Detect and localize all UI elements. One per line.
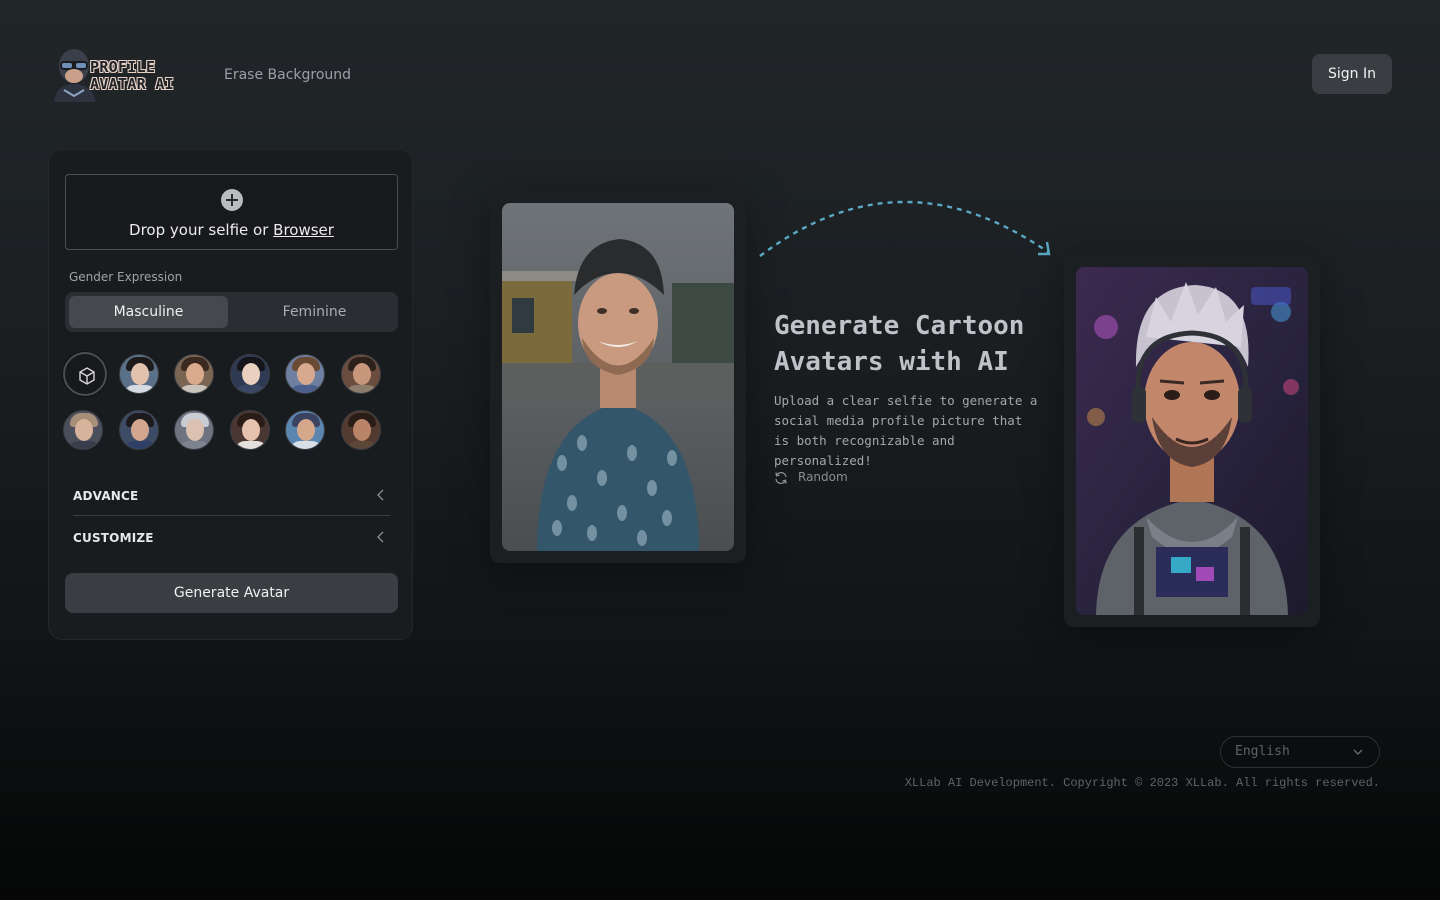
add-circle-icon: [221, 189, 243, 211]
avatar-style-option[interactable]: [285, 410, 325, 450]
avatar-style-custom[interactable]: [63, 352, 107, 396]
avatar-style-option[interactable]: [174, 410, 214, 450]
example-avatar-image: [1076, 267, 1308, 615]
copyright-text: XLLab AI Development. Copyright © 2023 X…: [904, 776, 1380, 790]
gender-feminine-button[interactable]: Feminine: [235, 296, 394, 328]
nav-erase-background[interactable]: Erase Background: [224, 67, 351, 83]
sign-in-button[interactable]: Sign In: [1312, 54, 1392, 94]
hero-headline: Generate Cartoon Avatars with AI: [774, 311, 1025, 377]
avatar-style-option[interactable]: [230, 354, 270, 394]
cube-icon: [79, 367, 95, 385]
chevron-left-icon: [377, 531, 384, 543]
language-select[interactable]: English: [1220, 736, 1380, 768]
logo-text: PROFILE AVATAR AI: [90, 58, 174, 93]
avatar-style-option[interactable]: [230, 410, 270, 450]
advance-section-toggle[interactable]: ADVANCE: [73, 476, 390, 516]
avatar-style-option[interactable]: [119, 354, 159, 394]
chevron-down-icon: [1353, 749, 1363, 755]
hero-subtext: Upload a clear selfie to generate a soci…: [774, 393, 1038, 468]
customize-section-toggle[interactable]: CUSTOMIZE: [73, 518, 390, 558]
logo[interactable]: PROFILE AVATAR AI: [50, 46, 186, 104]
example-avatar-card: [1064, 255, 1320, 627]
chevron-left-icon: [377, 489, 384, 501]
avatar-style-grid: [63, 352, 403, 452]
control-panel: Drop your selfie or Browser Gender Expre…: [48, 149, 413, 640]
selfie-dropzone[interactable]: Drop your selfie or Browser: [65, 174, 398, 250]
generate-avatar-button[interactable]: Generate Avatar: [65, 573, 398, 613]
avatar-style-option[interactable]: [119, 410, 159, 450]
example-selfie-image: [502, 203, 734, 551]
avatar-style-option[interactable]: [63, 410, 103, 450]
gender-masculine-button[interactable]: Masculine: [69, 296, 228, 328]
refresh-icon: [775, 471, 787, 485]
example-selfie-card: [490, 191, 746, 563]
browser-link[interactable]: Browser: [273, 221, 334, 239]
avatar-style-option[interactable]: [341, 410, 381, 450]
drop-text: Drop your selfie or Browser: [129, 221, 334, 239]
avatar-style-option[interactable]: [285, 354, 325, 394]
avatar-style-option[interactable]: [341, 354, 381, 394]
transform-arrow-icon: [759, 200, 1051, 257]
avatar-style-option[interactable]: [174, 354, 214, 394]
gender-toggle: Masculine Feminine: [65, 292, 398, 332]
gender-expression-label: Gender Expression: [69, 270, 183, 284]
